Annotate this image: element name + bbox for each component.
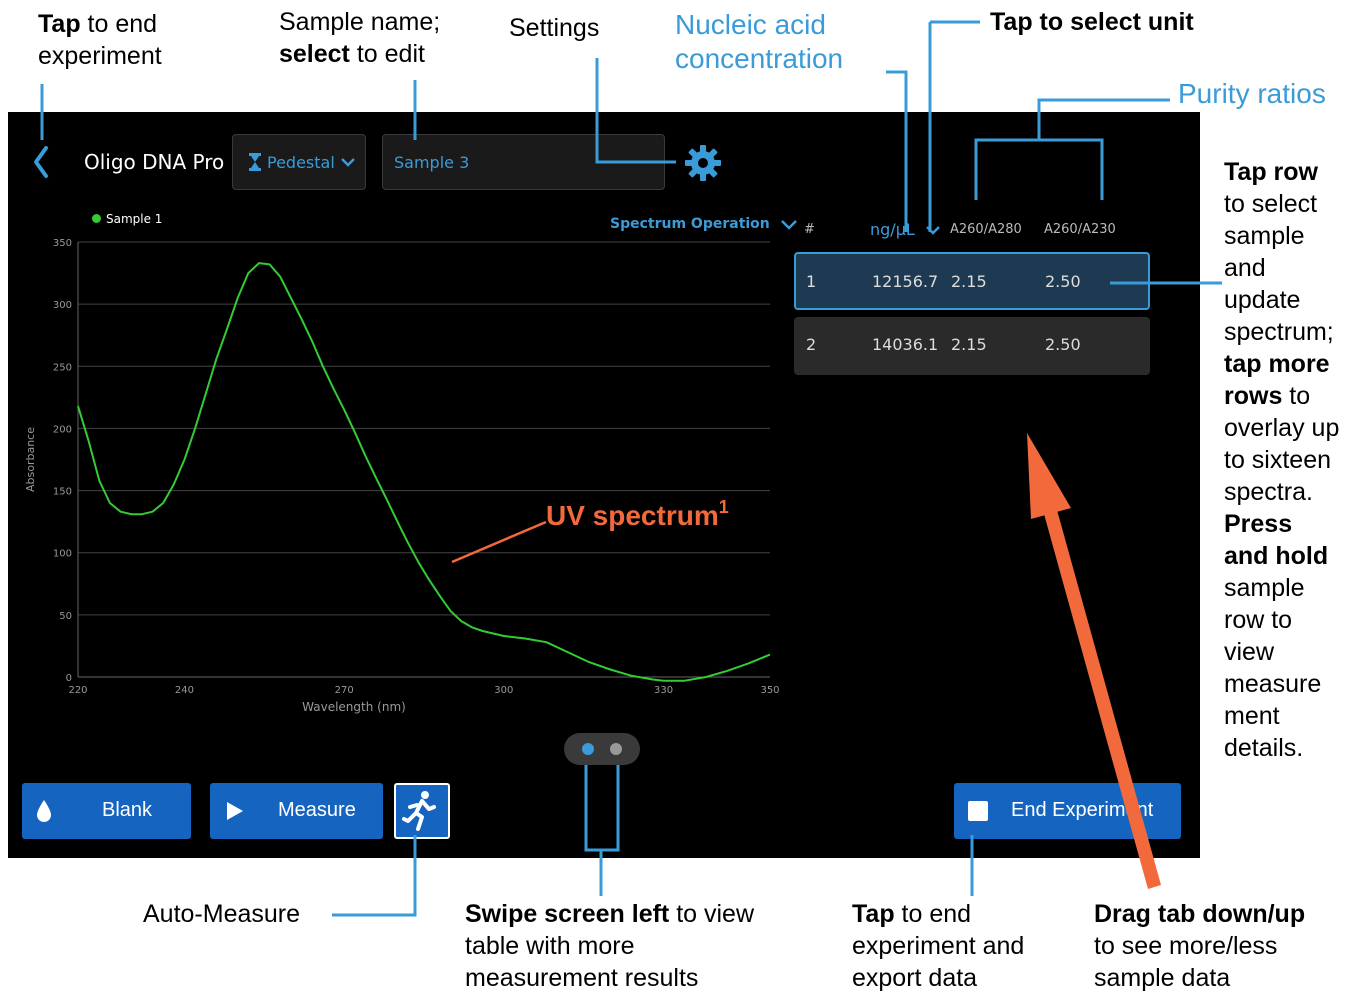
callout-uv-spectrum: UV spectrum1 [546,497,729,531]
callout-lines: UV spectrum1 [40,20,1222,917]
